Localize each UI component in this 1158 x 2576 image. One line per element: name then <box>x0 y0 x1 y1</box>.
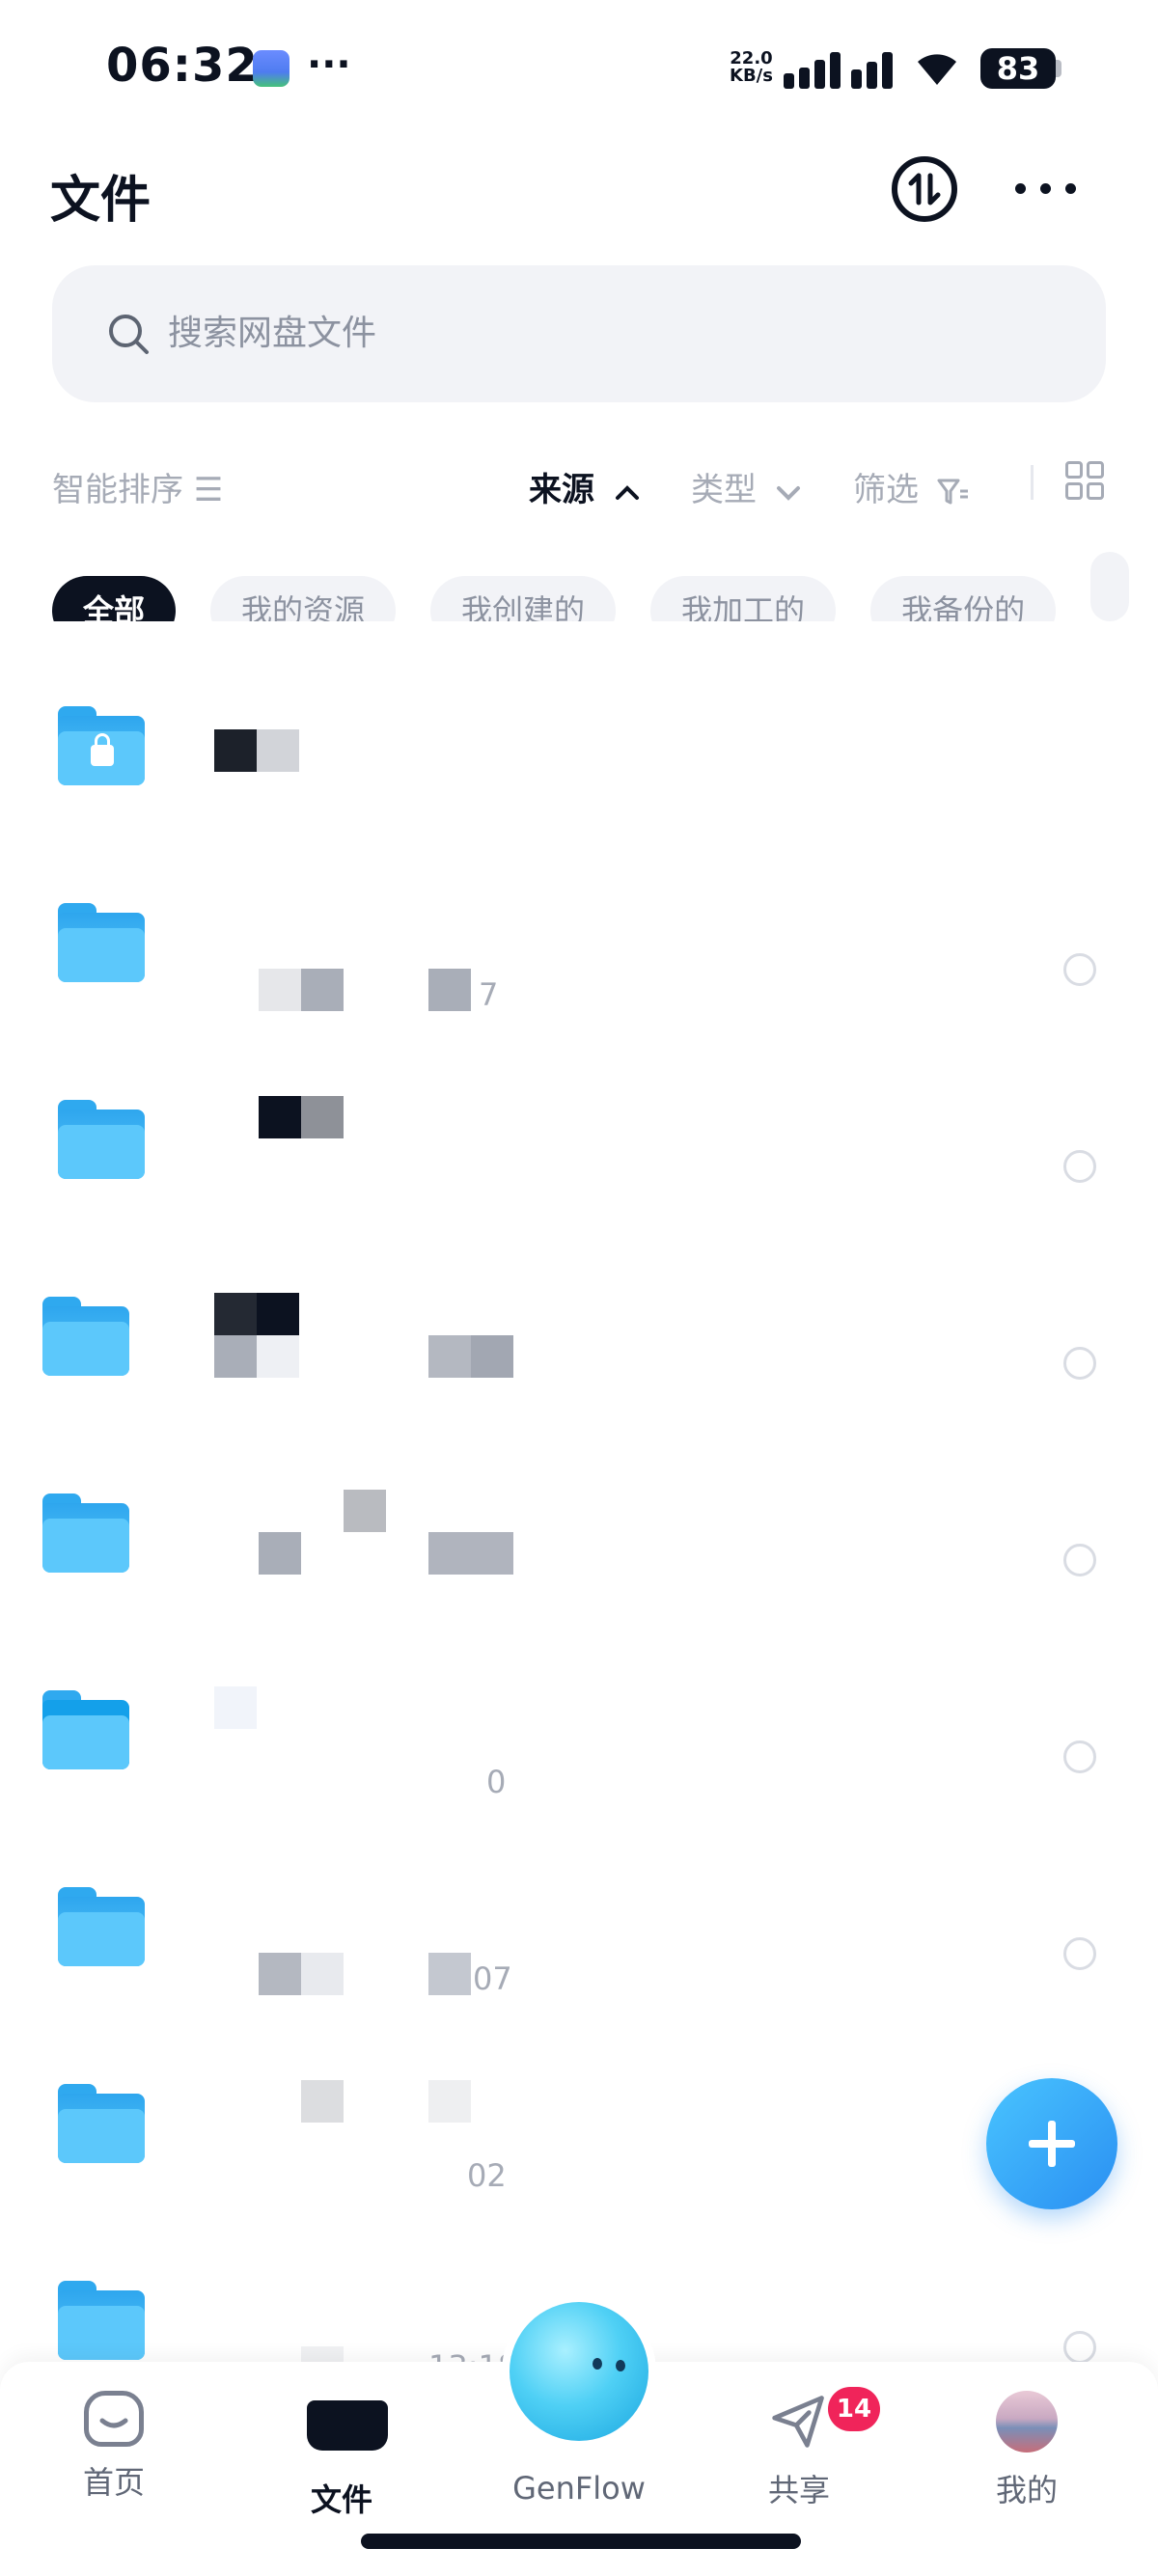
file-meta: 07 <box>473 1960 512 1997</box>
filter-toolbar: 智能排序 ☰ 来源 类型 筛选 <box>0 453 1158 511</box>
chevron-down-icon <box>776 485 800 501</box>
wifi-icon <box>918 54 956 85</box>
list-item[interactable] <box>0 1247 1158 1443</box>
list-item[interactable] <box>0 1443 1158 1640</box>
folder-icon <box>42 1297 129 1376</box>
nav-genflow[interactable]: GenFlow <box>502 2470 656 2507</box>
network-speed: 22.0 KB/s <box>730 50 773 85</box>
list-item[interactable]: 7 <box>0 853 1158 1050</box>
folder-icon <box>58 2084 145 2163</box>
folder-icon <box>58 1887 145 1966</box>
category-chips: 全部 我的资源 我创建的 我加工的 我备份的 <box>52 552 1158 621</box>
nav-home[interactable]: 首页 <box>37 2391 191 2503</box>
redacted-name <box>212 1293 521 1399</box>
chip-backed-up[interactable]: 我备份的 <box>870 576 1057 621</box>
nav-share-label: 共享 <box>767 2472 830 2508</box>
grid-view-icon[interactable] <box>1065 461 1106 502</box>
add-button[interactable] <box>986 2078 1117 2209</box>
chip-more[interactable] <box>1090 552 1130 621</box>
share-badge: 14 <box>828 2387 880 2431</box>
app-notification-icon <box>253 50 290 87</box>
redacted-name <box>212 1096 521 1202</box>
search-input[interactable] <box>168 308 1036 358</box>
network-speed-unit: KB/s <box>730 66 773 86</box>
select-radio[interactable] <box>1063 1347 1096 1380</box>
select-radio[interactable] <box>1063 1937 1096 1970</box>
nav-files[interactable]: 文件 <box>264 2391 419 2520</box>
redacted-name <box>212 716 521 808</box>
filter-label: 筛选 <box>853 471 919 509</box>
chip-my-resources[interactable]: 我的资源 <box>210 576 397 621</box>
file-list: 7 0 07 02 <box>0 656 1158 2427</box>
chip-all[interactable]: 全部 <box>52 576 177 621</box>
list-item[interactable]: 07 <box>0 1837 1158 2034</box>
locked-folder-icon <box>58 706 145 785</box>
nav-mine-label: 我的 <box>995 2472 1058 2508</box>
select-radio[interactable] <box>1063 1740 1096 1773</box>
folder-icon <box>42 1690 129 1769</box>
folder-icon <box>58 2281 145 2360</box>
file-meta: 0 <box>486 1764 507 1800</box>
status-bar: 06:32 ··· 22.0 KB/s 83 <box>0 0 1158 135</box>
sort-label: 智能排序 <box>52 471 183 509</box>
type-label: 类型 <box>691 471 757 509</box>
battery-icon: 83 <box>980 48 1056 89</box>
search-bar[interactable] <box>52 265 1106 402</box>
folder-icon <box>42 1494 129 1573</box>
file-meta: 7 <box>479 976 499 1013</box>
select-radio[interactable] <box>1063 953 1096 986</box>
select-radio[interactable] <box>1063 1544 1096 1576</box>
select-radio[interactable] <box>1063 1150 1096 1183</box>
transfer-icon[interactable] <box>892 156 957 222</box>
nav-home-label: 首页 <box>82 2464 145 2501</box>
folder-icon <box>58 903 145 982</box>
filter-icon <box>937 479 968 504</box>
folder-icon <box>58 1100 145 1179</box>
redacted-name <box>212 1490 521 1596</box>
status-time: 06:32 <box>106 39 259 93</box>
filter-button[interactable]: 筛选 <box>853 463 970 510</box>
list-item[interactable] <box>0 1050 1158 1247</box>
file-meta: 02 <box>467 2157 507 2194</box>
sort-button[interactable]: 智能排序 ☰ <box>52 463 223 510</box>
nav-files-label: 文件 <box>310 2481 372 2518</box>
battery-level: 83 <box>996 50 1040 87</box>
genflow-icon[interactable] <box>510 2302 648 2441</box>
home-icon <box>84 2391 144 2447</box>
select-radio[interactable] <box>1063 2331 1096 2364</box>
page-title: 文件 <box>50 172 152 230</box>
more-options-icon[interactable] <box>1015 169 1077 207</box>
files-icon <box>307 2400 388 2464</box>
home-indicator <box>361 2534 801 2549</box>
chevron-up-icon <box>615 484 639 500</box>
chip-processed-by-me[interactable]: 我加工的 <box>650 576 837 621</box>
signal-icon <box>784 48 899 89</box>
type-dropdown[interactable]: 类型 <box>691 463 802 510</box>
battery-tip <box>1056 60 1062 77</box>
nav-genflow-label: GenFlow <box>512 2470 646 2507</box>
sort-icon: ☰ <box>193 471 224 509</box>
search-icon <box>109 315 149 354</box>
send-icon <box>764 2391 834 2454</box>
chip-created-by-me[interactable]: 我创建的 <box>430 576 617 621</box>
source-dropdown[interactable]: 来源 <box>529 463 641 510</box>
list-item[interactable] <box>0 656 1158 853</box>
list-item[interactable]: 02 <box>0 2034 1158 2231</box>
avatar <box>992 2391 1062 2454</box>
source-label: 来源 <box>529 471 594 509</box>
redacted-name <box>212 913 521 1011</box>
more-notifications-icon: ··· <box>307 42 351 87</box>
toolbar-divider <box>1031 465 1034 500</box>
list-item[interactable]: 0 <box>0 1640 1158 1837</box>
nav-mine[interactable]: 我的 <box>950 2391 1104 2510</box>
redacted-name <box>212 1686 521 1793</box>
